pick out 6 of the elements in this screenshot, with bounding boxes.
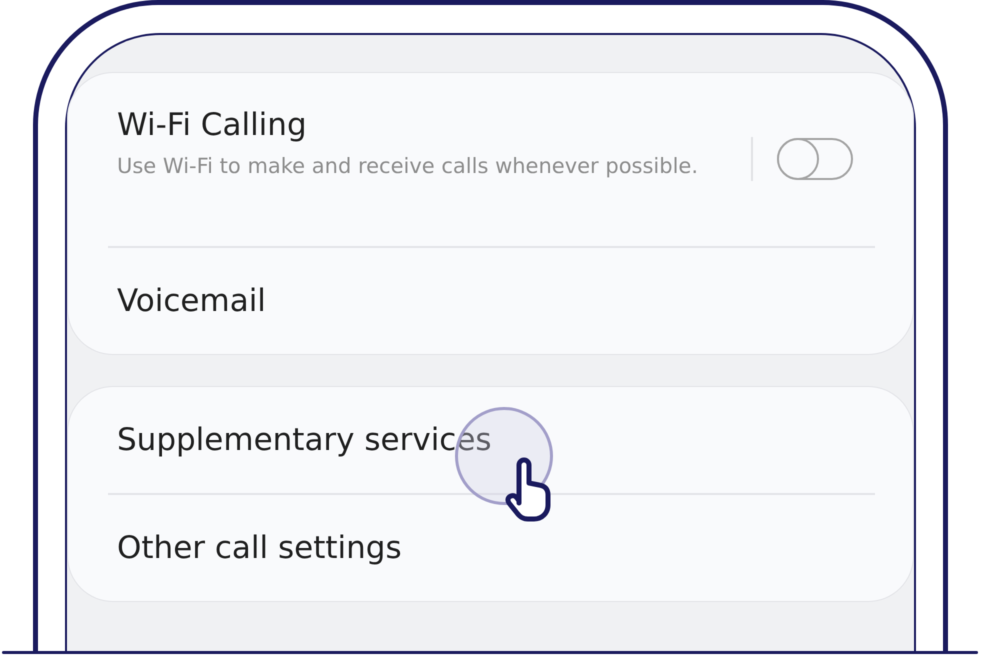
setting-title[interactable]: Wi-Fi Calling xyxy=(117,107,717,143)
setting-description: Use Wi-Fi to make and receive calls whenever possible. xyxy=(117,153,700,180)
setting-title[interactable]: Supplementary services xyxy=(117,422,492,458)
toggle-switch[interactable] xyxy=(777,138,853,180)
setting-title[interactable]: Other call settings xyxy=(117,530,402,566)
setting-title[interactable]: Voicemail xyxy=(117,283,266,319)
